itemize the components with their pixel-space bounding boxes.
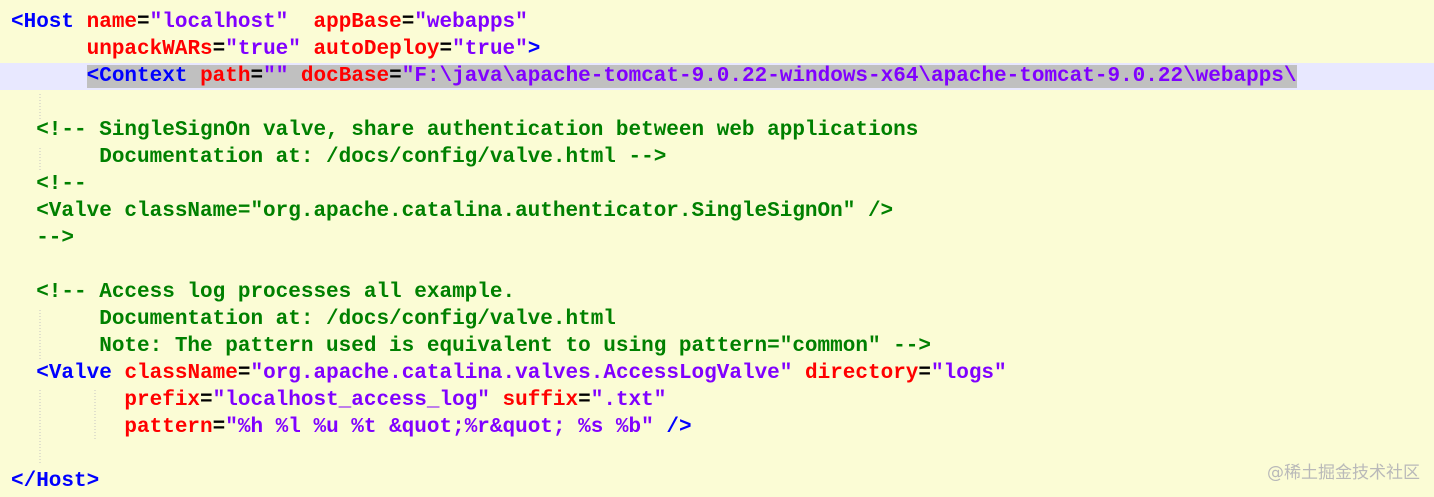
code-token: <!-- [11,173,87,196]
code-token: autoDeploy [313,38,440,61]
code-token: Note: The pattern used is equivalent to … [11,335,931,358]
code-line[interactable]: Documentation at: /docs/config/valve.htm… [0,144,1434,171]
code-token: "true" [225,38,301,61]
code-line[interactable]: <Valve className="org.apache.catalina.va… [0,360,1434,387]
code-text: Documentation at: /docs/config/valve.htm… [11,144,666,171]
code-line[interactable]: --> [0,225,1434,252]
code-text: <!-- Access log processes all example. [11,279,515,306]
code-line[interactable]: Documentation at: /docs/config/valve.htm… [0,306,1434,333]
code-token: --> [11,227,75,250]
code-token: "localhost" [149,11,289,34]
code-text: --> [11,225,74,252]
code-text: prefix="localhost_access_log" suffix=".t… [11,387,666,414]
code-text: <Context path="" docBase="F:\java\apache… [11,63,1297,90]
code-text: <!-- SingleSignOn valve, share authentic… [11,117,918,144]
code-token: "localhost_access_log" [212,389,490,412]
code-token: </Host> [11,470,100,493]
code-line-current[interactable]: <Context path="" docBase="F:\java\apache… [0,63,1434,90]
code-token: Documentation at: /docs/config/valve.htm… [11,146,667,169]
code-line[interactable] [0,90,1434,117]
code-token: = [212,38,226,61]
code-token: prefix [124,389,201,412]
code-token: className [124,362,238,385]
code-token: directory [804,362,919,385]
code-line[interactable]: prefix="localhost_access_log" suffix=".t… [0,387,1434,414]
code-line[interactable]: <!-- SingleSignOn valve, share authentic… [0,117,1434,144]
code-token: "org.apache.catalina.valves.AccessLogVal… [250,362,793,385]
code-token: path [200,65,251,88]
code-token: <Host [11,11,75,34]
code-token: = [212,416,226,439]
code-token: pattern [124,416,213,439]
code-line[interactable]: unpackWARs="true" autoDeploy="true"> [0,36,1434,63]
code-text: <Host name="localhost" appBase="webapps" [11,9,528,36]
code-text: </Host> [11,468,99,495]
code-token: = [389,65,402,88]
code-token [187,65,201,88]
code-text: pattern="%h %l %u %t &quot;%r&quot; %s %… [11,414,692,441]
code-line[interactable]: <Host name="localhost" appBase="webapps" [0,9,1434,36]
code-token: ".txt" [590,389,667,412]
code-token: appBase [313,11,402,34]
code-token: suffix [502,389,579,412]
code-token: "" [263,65,289,88]
code-token: name [86,11,138,34]
code-line[interactable] [0,441,1434,468]
code-line[interactable]: <!-- Access log processes all example. [0,279,1434,306]
watermark: @稀土掘金技术社区 [1267,463,1420,483]
code-token: = [918,362,932,385]
code-token: = [137,11,150,34]
code-token: <Valve className="org.apache.catalina.au… [11,200,894,223]
code-token: "true" [452,38,528,61]
code-text: <Valve className="org.apache.catalina.va… [11,360,1007,387]
code-token [288,65,301,88]
code-token: > [527,38,541,61]
code-token: = [439,38,453,61]
code-token: /> [666,416,692,439]
code-token: = [578,389,591,412]
code-token: <Valve [36,362,112,385]
code-token: docBase [300,65,390,88]
code-token: "%h %l %u %t &quot;%r&quot; %s %b" [225,416,654,439]
code-token: "F:\java\apache-tomcat-9.0.22-windows-x6… [401,65,1297,88]
code-text: Documentation at: /docs/config/valve.htm… [11,306,616,333]
code-token: <!-- Access log processes all example. [11,281,516,304]
code-token: "webapps" [414,11,528,34]
code-text: unpackWARs="true" autoDeploy="true"> [11,36,541,63]
code-token: = [237,362,251,385]
code-line[interactable]: <!-- [0,171,1434,198]
code-line[interactable] [0,252,1434,279]
code-token: = [401,11,415,34]
code-line[interactable]: Note: The pattern used is equivalent to … [0,333,1434,360]
code-line[interactable]: </Host> [0,468,1434,495]
code-text: <!-- [11,171,87,198]
code-token: <!-- SingleSignOn valve, share authentic… [11,119,919,142]
code-text: Note: The pattern used is equivalent to … [11,333,931,360]
code-token: = [200,389,213,412]
code-token: = [250,65,264,88]
code-token: <Context [86,65,188,88]
code-token: Documentation at: /docs/config/valve.htm… [11,308,616,331]
code-line[interactable]: <Valve className="org.apache.catalina.au… [0,198,1434,225]
code-editor[interactable]: <Host name="localhost" appBase="webapps"… [0,9,1434,495]
code-token: unpackWARs [86,38,213,61]
code-token: "logs" [931,362,1007,385]
code-text: <Valve className="org.apache.catalina.au… [11,198,893,225]
code-line[interactable]: pattern="%h %l %u %t &quot;%r&quot; %s %… [0,414,1434,441]
